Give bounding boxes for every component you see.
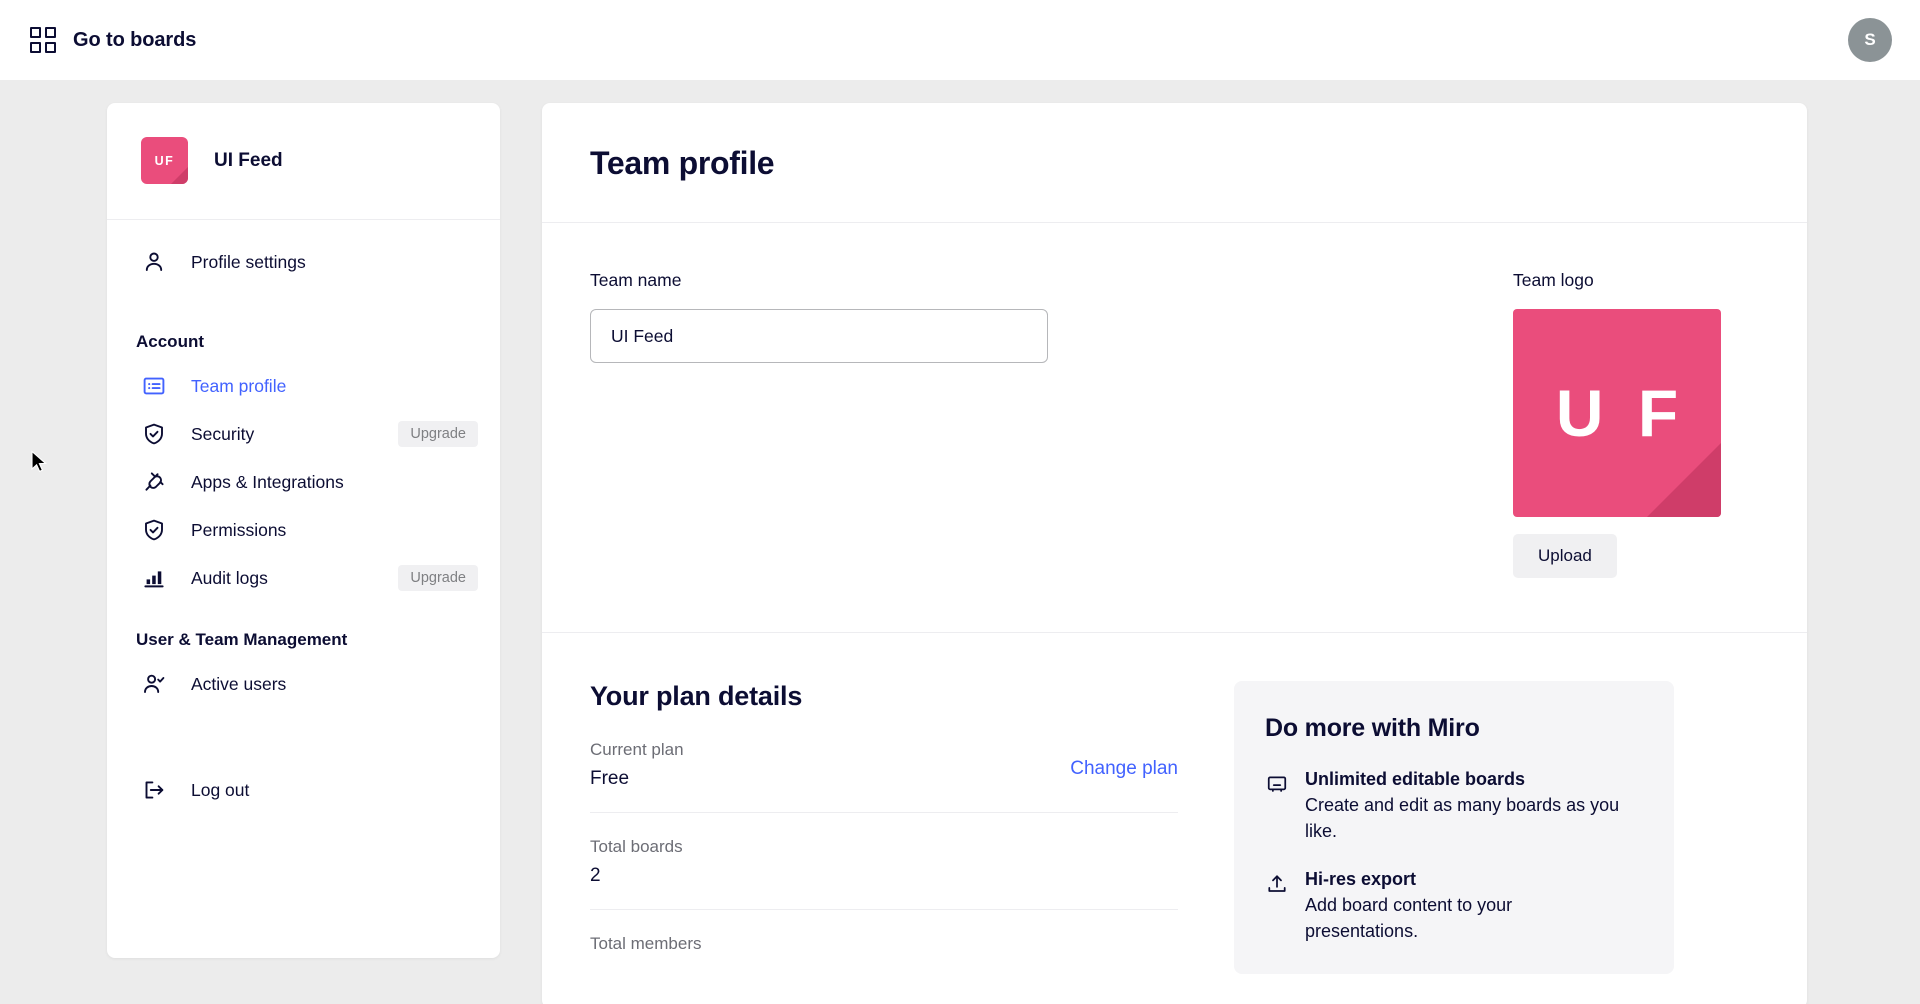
upload-logo-button[interactable]: Upload bbox=[1513, 534, 1617, 578]
sidebar-item-label: Security bbox=[191, 423, 255, 444]
avatar-initial: S bbox=[1864, 30, 1876, 49]
sidebar-nav: Profile settings Account Team profile Se… bbox=[107, 220, 500, 814]
team-name-label: Team name bbox=[590, 270, 682, 290]
board-icon bbox=[1265, 772, 1289, 796]
nav-group-title-account: Account bbox=[136, 332, 204, 351]
sidebar-item-security[interactable]: Security Upgrade bbox=[107, 410, 500, 458]
plan-details-section: Your plan details Current plan Free Chan… bbox=[542, 633, 1807, 1004]
user-check-icon bbox=[141, 671, 167, 697]
page-body: UF UI Feed Profile settings Account Team… bbox=[0, 80, 1920, 1004]
change-plan-link[interactable]: Change plan bbox=[1070, 740, 1178, 780]
sidebar-item-label: Profile settings bbox=[191, 251, 306, 272]
shield-check-icon bbox=[141, 421, 167, 447]
plan-row-label: Total members bbox=[590, 934, 702, 953]
promo-title: Do more with Miro bbox=[1265, 714, 1480, 742]
sidebar-team-header[interactable]: UF UI Feed bbox=[107, 103, 500, 220]
sidebar-item-audit-logs[interactable]: Audit logs Upgrade bbox=[107, 554, 500, 602]
plan-details-title: Your plan details bbox=[590, 681, 803, 711]
sidebar-item-label: Active users bbox=[191, 673, 287, 694]
upgrade-badge[interactable]: Upgrade bbox=[398, 565, 478, 591]
shield-check-icon bbox=[141, 517, 167, 543]
promo-item-desc: Add board content to your presentations. bbox=[1305, 895, 1513, 941]
page-title: Team profile bbox=[590, 145, 775, 181]
main-header: Team profile bbox=[542, 103, 1807, 223]
bar-chart-icon bbox=[141, 565, 167, 591]
sidebar-item-team-profile[interactable]: Team profile bbox=[107, 362, 500, 410]
plan-row-total-boards: Total boards 2 bbox=[590, 837, 1178, 910]
avatar[interactable]: S bbox=[1848, 18, 1892, 62]
team-profile-icon bbox=[141, 373, 167, 399]
plan-row-total-members: Total members bbox=[590, 934, 1178, 984]
logout-icon bbox=[141, 777, 167, 803]
user-icon bbox=[141, 249, 167, 275]
team-logo-large-initials: U F bbox=[1555, 376, 1687, 450]
sidebar-item-label: Audit logs bbox=[191, 567, 268, 588]
team-name-input[interactable] bbox=[590, 309, 1048, 363]
main-panel: Team profile Team name Team logo U F Upl… bbox=[542, 103, 1807, 1004]
sidebar-team-name: UI Feed bbox=[214, 149, 283, 171]
upgrade-badge[interactable]: Upgrade bbox=[398, 421, 478, 447]
plan-row-label: Total boards bbox=[590, 837, 683, 856]
promo-item-title: Unlimited editable boards bbox=[1305, 769, 1526, 789]
plan-row-current-plan: Current plan Free Change plan bbox=[590, 740, 1178, 813]
plan-row-value: 2 bbox=[590, 865, 601, 886]
team-profile-section: Team name Team logo U F Upload bbox=[542, 223, 1807, 633]
plan-row-label: Current plan bbox=[590, 740, 684, 759]
plug-icon bbox=[141, 469, 167, 495]
team-logo-small-initials: UF bbox=[154, 153, 175, 168]
sidebar-item-logout[interactable]: Log out bbox=[107, 766, 500, 814]
sidebar-item-label: Apps & Integrations bbox=[191, 471, 344, 492]
team-logo-label: Team logo bbox=[1513, 270, 1594, 290]
sidebar-item-active-users[interactable]: Active users bbox=[107, 660, 500, 708]
team-logo-small: UF bbox=[141, 137, 188, 184]
promo-item-desc: Create and edit as many boards as you li… bbox=[1305, 795, 1620, 841]
top-bar: Go to boards S bbox=[0, 0, 1920, 80]
team-logo-large: U F bbox=[1513, 309, 1721, 517]
upload-icon bbox=[1265, 872, 1289, 896]
sidebar-item-apps-integrations[interactable]: Apps & Integrations bbox=[107, 458, 500, 506]
promo-item-title: Hi-res export bbox=[1305, 869, 1417, 890]
sidebar-item-label: Team profile bbox=[191, 375, 287, 396]
promo-item: Hi-res export Add board content to your … bbox=[1265, 869, 1640, 944]
plan-row-value: Free bbox=[590, 768, 630, 789]
nav-group-title-user-team-management: User & Team Management bbox=[136, 630, 348, 649]
sidebar-item-permissions[interactable]: Permissions bbox=[107, 506, 500, 554]
sidebar-item-label: Permissions bbox=[191, 519, 287, 540]
plan-details-list: Your plan details Current plan Free Chan… bbox=[590, 681, 1178, 1004]
promo-card: Do more with Miro Unlimited editable boa… bbox=[1234, 681, 1674, 975]
go-to-boards-button[interactable]: Go to boards bbox=[30, 27, 196, 53]
go-to-boards-label: Go to boards bbox=[73, 28, 197, 51]
team-name-field: Team name bbox=[590, 270, 1048, 578]
promo-item: Unlimited editable boards Create and edi… bbox=[1265, 769, 1640, 844]
sidebar-item-profile-settings[interactable]: Profile settings bbox=[107, 238, 500, 286]
team-logo-field: Team logo U F Upload bbox=[1513, 270, 1759, 578]
grid-icon bbox=[30, 27, 56, 53]
settings-sidebar: UF UI Feed Profile settings Account Team… bbox=[107, 103, 500, 958]
sidebar-item-label: Log out bbox=[191, 779, 250, 800]
